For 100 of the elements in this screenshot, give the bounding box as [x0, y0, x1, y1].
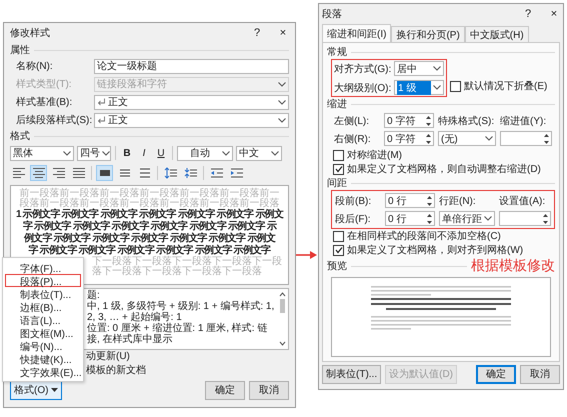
- spinner-icon[interactable]: [542, 212, 549, 226]
- outline-level-dropdown[interactable]: 1 级: [394, 80, 444, 95]
- section-heading: 间距: [327, 177, 347, 190]
- field-label: 设置值(A):: [499, 194, 546, 208]
- space-before-button[interactable]: [162, 165, 179, 181]
- align-left-button[interactable]: [10, 165, 27, 181]
- indent-decrease-icon: [210, 167, 224, 179]
- sample-text: 1 示例文字 示例文字 示例文字 示例文字 示例文字 示例文字 示例文: [16, 209, 284, 220]
- caret-icon: [278, 100, 286, 104]
- field-label: 特殊格式(S):: [438, 114, 496, 128]
- spin-field[interactable]: 0 行: [385, 211, 435, 226]
- single-spacing-button[interactable]: [96, 165, 113, 181]
- checkbox[interactable]: [333, 230, 344, 242]
- field-label: 段前(B):: [335, 194, 372, 208]
- font-dropdown[interactable]: 黑体: [10, 146, 74, 160]
- checkbox[interactable]: [333, 164, 344, 174]
- justify-icon: [72, 167, 86, 179]
- single-spacing-icon: [98, 167, 112, 179]
- checkmark-icon: [334, 246, 342, 254]
- menu-item[interactable]: 制表位(T)...: [5, 287, 81, 300]
- align-center-icon: [32, 167, 46, 179]
- section-heading: 属性: [10, 44, 30, 57]
- style-dropdown[interactable]: 正文: [94, 112, 289, 128]
- checkbox-label: 对称缩进(M): [347, 148, 402, 162]
- checkbox[interactable]: [333, 150, 344, 160]
- format-button[interactable]: 格式(O): [10, 380, 62, 400]
- checkbox-label: 默认情况下折叠(E): [464, 80, 548, 93]
- dialog-title: 段落: [322, 8, 343, 21]
- italic-button[interactable]: I: [137, 146, 151, 160]
- ok-button[interactable]: 确定: [205, 380, 245, 400]
- menu-item[interactable]: 快捷键(K)...: [5, 352, 81, 365]
- menu-item[interactable]: 语言(L)...: [5, 313, 81, 326]
- alignment-dropdown[interactable]: 居中: [394, 61, 444, 76]
- description-text: 题:: [87, 290, 101, 301]
- caret-icon: [433, 66, 441, 71]
- cancel-button[interactable]: 取消: [520, 364, 560, 384]
- align-right-button[interactable]: [50, 165, 67, 181]
- menu-item[interactable]: 段落(P)...: [5, 274, 81, 287]
- checkbox-label: 如果定义了文档网格，则对齐到网格(W): [347, 244, 524, 257]
- field-label: 段后(F):: [335, 212, 372, 226]
- return-arrow-icon: [97, 116, 106, 124]
- spin-field[interactable]: 0 字符: [384, 131, 434, 146]
- menu-item[interactable]: 编号(N)...: [5, 339, 81, 352]
- special-indent-dropdown[interactable]: (无): [438, 131, 496, 146]
- menu-item[interactable]: 边框(B)...: [5, 300, 81, 313]
- caret-icon: [433, 85, 441, 90]
- caret-icon: [222, 150, 230, 156]
- close-button[interactable]: ×: [548, 8, 560, 20]
- menu-item[interactable]: 字体(F)...: [5, 261, 81, 274]
- name-field[interactable]: 论文一级标题: [94, 58, 289, 74]
- help-button[interactable]: ?: [251, 27, 263, 39]
- scrollbar[interactable]: [278, 290, 287, 348]
- spinner-icon[interactable]: [425, 114, 432, 128]
- tab[interactable]: 换行和分页(P): [391, 26, 465, 42]
- sample-text: 字 示例文字 示例文字 示例文字 示例文字 示例文字 示例文字 示: [22, 221, 276, 232]
- space-after-button[interactable]: [182, 165, 199, 181]
- script-dropdown[interactable]: 中文: [236, 146, 282, 160]
- tabs-button[interactable]: 制表位(T)...: [322, 364, 382, 384]
- field-label: 大纲级别(O):: [334, 82, 392, 94]
- field-label: 左侧(L):: [334, 114, 370, 128]
- line-spacing-dropdown[interactable]: 单倍行距: [439, 211, 495, 226]
- one-half-spacing-icon: [118, 167, 132, 179]
- spin-field[interactable]: 0 行: [385, 193, 435, 208]
- return-arrow-icon: [97, 98, 106, 106]
- cancel-button[interactable]: 取消: [249, 380, 289, 400]
- underline-button[interactable]: U: [154, 146, 168, 160]
- field-label: 行距(N):: [439, 194, 477, 208]
- ok-button[interactable]: 确定: [476, 364, 516, 384]
- bold-button[interactable]: B: [120, 146, 134, 160]
- checkbox[interactable]: [450, 80, 461, 92]
- field-label: 样式基准(B):: [16, 96, 74, 109]
- style-dropdown[interactable]: 正文: [94, 94, 289, 110]
- menu-item[interactable]: 文字效果(E)...: [5, 365, 81, 378]
- close-button[interactable]: ×: [277, 27, 289, 39]
- caret-icon: [271, 150, 279, 156]
- checkbox-label: 如果定义了文档网格，则自动调整右缩进(D): [347, 162, 541, 176]
- caret-icon: [278, 118, 286, 122]
- spin-field[interactable]: 0 字符: [384, 113, 434, 128]
- spin-field[interactable]: [499, 211, 551, 226]
- spinner-icon[interactable]: [543, 132, 550, 146]
- tab[interactable]: 缩进和间距(I): [322, 24, 392, 42]
- align-center-button[interactable]: [30, 165, 47, 181]
- field-label: 对齐方式(G):: [334, 62, 392, 76]
- option-label: 动更新(U): [86, 350, 131, 364]
- spinner-icon[interactable]: [426, 212, 433, 226]
- checkbox[interactable]: [333, 244, 344, 256]
- checkmark-icon: [334, 165, 342, 173]
- checkbox-label: 在相同样式的段落间不添加空格(C): [347, 230, 501, 243]
- caret-icon: [484, 216, 492, 221]
- spinner-icon[interactable]: [425, 132, 432, 146]
- menu-item[interactable]: 图文框(M)...: [5, 326, 81, 339]
- annotation-text: 根据模板修改: [471, 257, 555, 275]
- help-button[interactable]: ?: [522, 8, 534, 20]
- spin-field[interactable]: [500, 131, 552, 146]
- justify-button[interactable]: [70, 165, 87, 181]
- spinner-icon[interactable]: [426, 194, 433, 208]
- color-dropdown[interactable]: 自动: [177, 146, 233, 160]
- caret-icon: [485, 136, 493, 141]
- tab[interactable]: 中文版式(H): [464, 26, 529, 42]
- size-dropdown[interactable]: 四号: [77, 146, 111, 160]
